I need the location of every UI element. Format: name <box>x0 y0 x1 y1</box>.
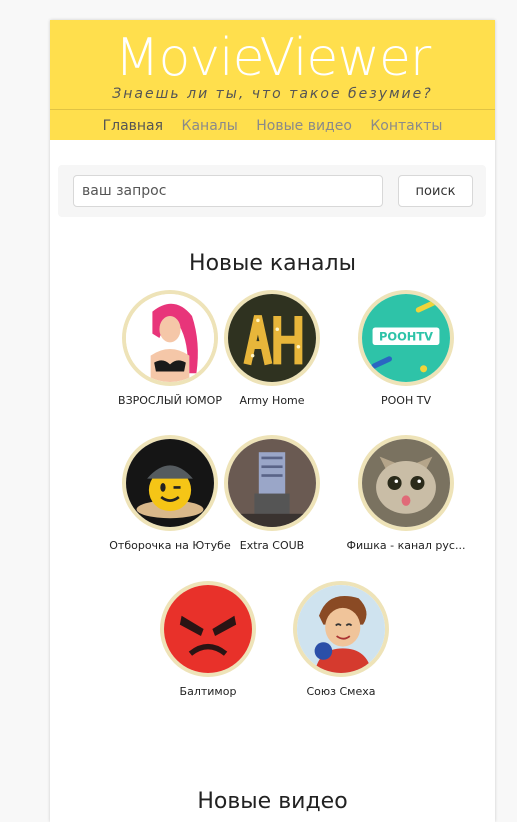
channel-avatar[interactable] <box>122 290 218 386</box>
header-divider <box>50 109 495 110</box>
channel-name[interactable]: Extra COUB <box>207 539 337 552</box>
channel-avatar[interactable] <box>160 581 256 677</box>
channel-name[interactable]: Балтимор <box>143 685 273 698</box>
channel-card[interactable]: Союз Смеха <box>276 581 406 698</box>
search-input[interactable] <box>73 175 383 207</box>
nav-item-contacts[interactable]: Контакты <box>370 118 442 134</box>
smiley-with-hat-icon <box>126 439 214 527</box>
nav-item-channels[interactable]: Каналы <box>182 118 238 134</box>
site-header: MovieViewer Знаешь ли ты, что такое безу… <box>50 20 495 140</box>
new-videos-heading: Новые видео <box>197 789 348 814</box>
channel-avatar[interactable] <box>122 435 218 531</box>
channel-name[interactable]: POOH TV <box>341 394 471 407</box>
site-logo[interactable]: MovieViewer <box>50 28 495 88</box>
marquee-letters-ah-icon <box>228 294 316 382</box>
cartoon-boy-icon <box>297 585 385 673</box>
search-panel: поиск <box>58 165 486 217</box>
channel-card[interactable]: Фишка - канал рус... <box>341 435 471 552</box>
channel-name[interactable]: Фишка - канал рус... <box>341 539 471 552</box>
site-tagline: Знаешь ли ты, что такое безумие? <box>112 86 433 102</box>
nav-item-home[interactable]: Главная <box>103 118 163 134</box>
channel-card[interactable]: Army Home <box>207 290 337 407</box>
search-button[interactable]: поиск <box>398 175 473 207</box>
channel-name[interactable]: Союз Смеха <box>276 685 406 698</box>
surprised-cat-icon <box>362 439 450 527</box>
channel-avatar[interactable] <box>224 290 320 386</box>
channel-card[interactable]: Балтимор <box>143 581 273 698</box>
main-nav: Главная Каналы Новые видео Контакты <box>50 118 495 134</box>
svg-text:POOHTV: POOHTV <box>379 330 433 344</box>
pink-hair-girl-icon <box>126 294 214 382</box>
channel-avatar[interactable] <box>358 435 454 531</box>
channel-card[interactable]: POOHTV POOH TV <box>341 290 471 407</box>
new-channels-heading: Новые каналы <box>189 251 356 276</box>
channel-name[interactable]: Army Home <box>207 394 337 407</box>
pooh-tv-logo-icon: POOHTV <box>362 294 450 382</box>
page-container: MovieViewer Знаешь ли ты, что такое безу… <box>50 20 495 822</box>
cartoon-character-icon <box>228 439 316 527</box>
channel-avatar[interactable] <box>293 581 389 677</box>
channel-card[interactable]: Extra COUB <box>207 435 337 552</box>
channel-avatar[interactable] <box>224 435 320 531</box>
angry-red-face-icon <box>164 585 252 673</box>
channel-avatar[interactable]: POOHTV <box>358 290 454 386</box>
nav-item-new-videos[interactable]: Новые видео <box>256 118 352 134</box>
